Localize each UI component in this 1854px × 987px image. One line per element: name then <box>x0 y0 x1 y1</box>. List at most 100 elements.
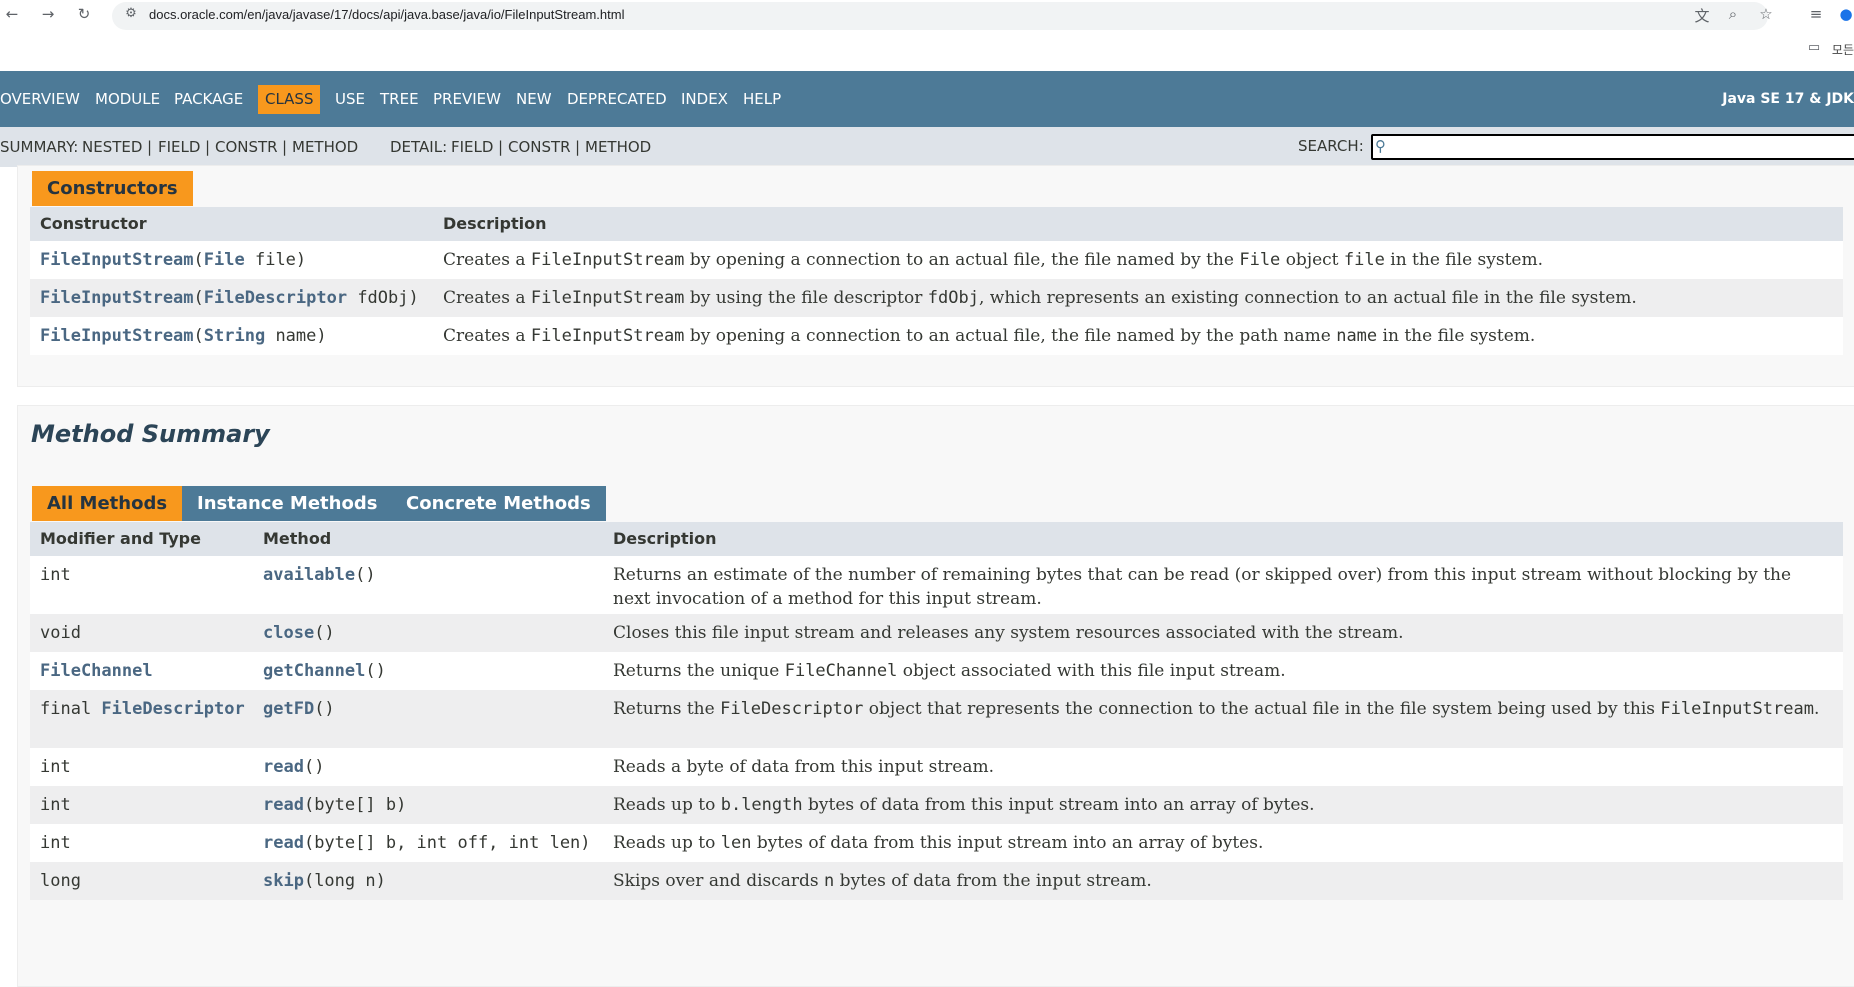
desc-text: by using the file descriptor <box>684 288 928 308</box>
desc-text: object <box>1280 250 1344 270</box>
method-description: Reads up to len bytes of data from this … <box>613 831 1828 855</box>
desc-text: Skips over and discards <box>613 871 825 891</box>
modifier-type: long <box>40 869 81 893</box>
constructor-link[interactable]: FileInputStream <box>40 288 194 308</box>
method-link[interactable]: getChannel <box>263 661 365 681</box>
code-literal: File <box>1239 250 1281 270</box>
desc-text: Reads up to <box>613 795 721 815</box>
summary-method-link[interactable]: METHOD <box>292 127 358 167</box>
nav-new[interactable]: NEW <box>516 71 552 127</box>
constructor-description: Creates a FileInputStream by opening a c… <box>443 248 1833 272</box>
method-link[interactable]: read <box>263 757 304 777</box>
method-params: (long n) <box>303 871 386 891</box>
param-type-link[interactable]: FileDescriptor <box>204 288 347 308</box>
col-constructor: Constructor <box>40 214 147 233</box>
site-info-icon[interactable]: ⚙ <box>121 6 141 21</box>
desc-text: in the file system. <box>1377 326 1536 346</box>
constructor-link[interactable]: FileInputStream <box>40 250 194 270</box>
modifier-type: int <box>40 563 71 587</box>
browser-toolbar: ← → ↻ ⚙ docs.oracle.com/en/java/javase/1… <box>0 0 1854 59</box>
nav-deprecated[interactable]: DEPRECATED <box>567 71 667 127</box>
constructor-description: Creates a FileInputStream by using the f… <box>443 286 1833 310</box>
constructor-link[interactable]: FileInputStream <box>40 326 194 346</box>
method-link[interactable]: close <box>263 623 314 643</box>
back-icon[interactable]: ← <box>2 5 22 23</box>
type-name: int <box>40 757 71 777</box>
reading-list-icon[interactable]: ≡ <box>1806 5 1826 23</box>
forward-icon[interactable]: → <box>38 5 58 23</box>
separator: | <box>498 138 504 156</box>
nav-overview[interactable]: OVERVIEW <box>0 71 80 127</box>
desc-text: by opening a connection to an actual fil… <box>684 250 1240 270</box>
bookmark-folder-label[interactable]: 모든 <box>1832 41 1854 58</box>
detail-label: DETAIL: <box>390 138 448 156</box>
summary-label: SUMMARY: <box>0 138 79 156</box>
method-description: Returns the unique FileChannel object as… <box>613 659 1828 683</box>
nav-help[interactable]: HELP <box>743 71 781 127</box>
method-link[interactable]: skip <box>263 871 304 891</box>
param-name: name) <box>265 326 327 346</box>
method-params: () <box>365 661 386 681</box>
profile-icon[interactable]: ● <box>1836 5 1854 23</box>
method-row: FileChannel getChannel() Returns the uniqu… <box>30 652 1843 690</box>
search-label: SEARCH: <box>1298 137 1364 155</box>
method-link[interactable]: read <box>263 833 304 853</box>
desc-text: object that represents the connection to… <box>863 699 1661 719</box>
param-type-link[interactable]: String <box>204 326 265 346</box>
zoom-icon[interactable]: ⌕ <box>1723 5 1743 23</box>
method-description: Reads up to b.length bytes of data from … <box>613 793 1828 817</box>
method-params: () <box>355 565 376 585</box>
code-literal: name <box>1336 326 1378 346</box>
nav-package[interactable]: PACKAGE <box>174 71 243 127</box>
method-row: int available() Returns an estimate of the… <box>30 556 1843 614</box>
nav-preview[interactable]: PREVIEW <box>433 71 501 127</box>
param-name: file) <box>244 250 307 270</box>
type-link[interactable]: FileChannel <box>40 661 153 681</box>
param-name: fdObj) <box>347 288 419 308</box>
method-link[interactable]: read <box>263 795 304 815</box>
col-description: Description <box>443 214 547 233</box>
translate-icon[interactable]: 文 <box>1692 5 1712 26</box>
desc-text: Reads up to <box>613 833 721 853</box>
desc-text: bytes of data from this input stream int… <box>751 833 1264 853</box>
bookmark-star-icon[interactable]: ☆ <box>1756 5 1776 23</box>
desc-text: in the file system. <box>1384 250 1544 270</box>
tab-all-methods[interactable]: All Methods <box>32 486 183 521</box>
method-row: int read(byte[] b, int off, int len) Reads… <box>30 824 1843 862</box>
type-link[interactable]: FileDescriptor <box>101 699 244 719</box>
tab-concrete-methods[interactable]: Concrete Methods <box>391 486 606 521</box>
detail-method-link[interactable]: METHOD <box>585 127 651 167</box>
nav-module[interactable]: MODULE <box>95 71 160 127</box>
summary-field-link[interactable]: FIELD <box>158 127 200 167</box>
desc-text: Reads a byte of data from this input str… <box>613 757 995 777</box>
desc-text: Creates a <box>443 326 531 346</box>
summary-constr-link[interactable]: CONSTR <box>215 127 278 167</box>
nav-use[interactable]: USE <box>335 71 365 127</box>
method-link[interactable]: available <box>263 565 355 585</box>
type-name: int <box>40 795 71 815</box>
summary-nested: NESTED <box>82 138 143 156</box>
paren: ( <box>193 250 204 270</box>
method-row: int read(byte[] b) Reads up to b.length by… <box>30 786 1843 824</box>
code-literal: FileInputStream <box>530 326 685 346</box>
nav-index[interactable]: INDEX <box>681 71 728 127</box>
paren: ( <box>193 326 204 346</box>
constructor-signature: FileInputStream(String name) <box>40 324 327 348</box>
url-text[interactable]: docs.oracle.com/en/java/javase/17/docs/a… <box>149 7 624 22</box>
method-link[interactable]: getFD <box>263 699 314 719</box>
method-signature: read(byte[] b, int off, int len) <box>263 831 591 855</box>
separator: | <box>147 138 153 156</box>
tab-instance-methods[interactable]: Instance Methods <box>182 486 393 521</box>
method-params: () <box>303 757 325 777</box>
modifier-keyword: final <box>40 699 102 719</box>
nav-class[interactable]: CLASS <box>258 85 321 114</box>
method-row: int read() Reads a byte of data from this … <box>30 748 1843 786</box>
main-content: Constructors Constructor Description Fil… <box>0 165 1854 987</box>
search-input[interactable] <box>1371 134 1854 160</box>
reload-icon[interactable]: ↻ <box>74 5 94 23</box>
nav-tree[interactable]: TREE <box>380 71 419 127</box>
type-name: void <box>40 623 81 643</box>
param-type-link[interactable]: File <box>204 250 245 270</box>
detail-constr-link[interactable]: CONSTR <box>508 127 571 167</box>
method-row: void close() Closes this file input stream… <box>30 614 1843 652</box>
